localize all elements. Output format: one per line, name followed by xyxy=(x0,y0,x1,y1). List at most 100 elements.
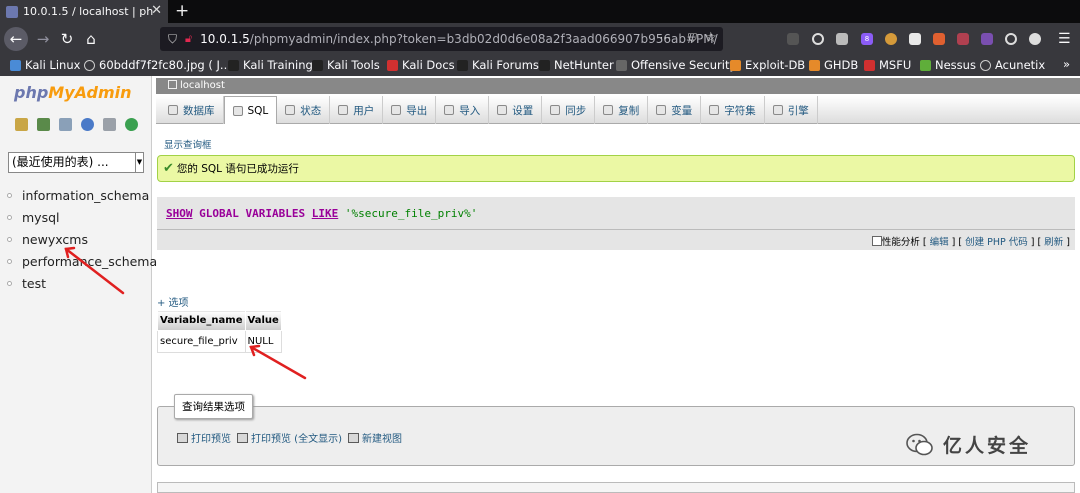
history-icon[interactable] xyxy=(812,33,824,45)
options-toggle[interactable]: + 选项 xyxy=(157,294,189,309)
database-item[interactable]: mysql xyxy=(7,206,157,228)
bookmark-query-box xyxy=(157,482,1075,493)
bookmark-ghdb[interactable]: GHDB xyxy=(809,58,858,72)
database-item[interactable]: information_schema xyxy=(7,184,157,206)
extension-icon[interactable] xyxy=(787,33,799,45)
phpmyadmin-logo[interactable]: phpMyAdmin xyxy=(14,83,132,102)
sql-keyword-like[interactable]: LIKE xyxy=(312,207,339,220)
database-item[interactable]: newyxcms xyxy=(7,228,157,250)
status-chart-icon xyxy=(285,105,296,115)
tab-charsets[interactable]: 字符集 xyxy=(701,96,765,124)
expand-icon[interactable] xyxy=(7,214,12,220)
nethunter-icon xyxy=(539,59,550,71)
sql-keyword-global: GLOBAL xyxy=(199,207,239,220)
forward-button[interactable]: → xyxy=(31,27,55,51)
help-icon[interactable] xyxy=(81,118,94,131)
home-icon[interactable] xyxy=(15,118,28,131)
tab-engines[interactable]: 引擎 xyxy=(765,96,818,124)
logout-icon[interactable] xyxy=(37,118,50,131)
column-header[interactable]: Variable_name xyxy=(157,310,246,331)
expand-icon[interactable] xyxy=(7,280,12,286)
create-php-link[interactable]: 创建 PHP 代码 xyxy=(965,237,1028,248)
sql-keyword-show[interactable]: SHOW xyxy=(166,207,193,220)
query-window-icon[interactable] xyxy=(59,118,72,131)
bookmark-offensive-security[interactable]: Offensive Security xyxy=(616,58,736,72)
sync-icon[interactable] xyxy=(1005,33,1017,45)
column-header[interactable]: Value xyxy=(244,310,282,331)
database-item[interactable]: test xyxy=(7,272,157,294)
expand-icon[interactable] xyxy=(7,192,12,198)
print-view-link[interactable]: 打印预览 xyxy=(177,430,231,445)
recent-tables-select[interactable]: (最近使用的表) ... ▼ xyxy=(8,152,144,173)
create-view-link[interactable]: 新建视图 xyxy=(347,430,402,445)
bookmark-acunetix[interactable]: Acunetix xyxy=(980,58,1045,72)
printer-icon xyxy=(237,433,248,443)
engine-icon xyxy=(772,105,783,115)
refresh-link[interactable]: 刷新 xyxy=(1044,237,1063,248)
reload-navigation-icon[interactable] xyxy=(125,118,138,131)
notification-badge-icon[interactable]: 8 xyxy=(861,33,873,45)
account-icon[interactable] xyxy=(1029,33,1041,45)
tab-databases[interactable]: 数据库 xyxy=(156,96,224,124)
tab-title: 10.0.1.5 / localhost | php xyxy=(23,5,153,18)
expand-icon[interactable] xyxy=(7,258,12,264)
breadcrumb: localhost xyxy=(156,78,1080,94)
profiling-label: 性能分析 xyxy=(881,237,920,248)
breadcrumb-server[interactable]: localhost xyxy=(180,80,225,91)
tab-import[interactable]: 导入 xyxy=(436,96,490,124)
hamburger-menu-icon[interactable]: ☰ xyxy=(1058,31,1071,47)
page-actions-icon[interactable]: ··· xyxy=(660,31,671,45)
print-view-full-link[interactable]: 打印预览 (全文显示) xyxy=(237,430,342,445)
bookmark-kali-docs[interactable]: Kali Docs xyxy=(387,58,455,72)
bookmark-image[interactable]: 60bddf7f2fc80.jpg ( J... xyxy=(84,58,231,72)
browser-tab[interactable]: 10.0.1.5 / localhost | php ✕ xyxy=(0,0,168,23)
tab-status[interactable]: 状态 xyxy=(277,96,331,124)
foxyproxy-icon[interactable] xyxy=(933,33,945,45)
address-bar[interactable]: ⛉ 🔓︎ 10.0.1.5/phpmyadmin/index.php?token… xyxy=(160,27,723,51)
pocket-icon[interactable]: ⛉ xyxy=(688,31,697,46)
bookmark-kali-tools[interactable]: Kali Tools xyxy=(312,58,380,72)
database-list: information_schema mysql newyxcms perfor… xyxy=(7,184,157,294)
bookmark-kali-training[interactable]: Kali Training xyxy=(228,58,313,72)
tab-variables[interactable]: 变量 xyxy=(648,96,702,124)
home-button[interactable]: ⌂ xyxy=(79,27,103,51)
sql-query-options: 性能分析 [ 编辑 ] [ 创建 PHP 代码 ] [ 刷新 ] xyxy=(157,230,1075,250)
bookmark-exploit-db[interactable]: Exploit-DB xyxy=(730,58,805,72)
tab-settings[interactable]: 设置 xyxy=(489,96,543,124)
documentation-icon[interactable] xyxy=(103,118,116,131)
sql-query-display: SHOW GLOBAL VARIABLES LIKE '%secure_file… xyxy=(157,197,1075,230)
bookmarks-overflow-button[interactable]: » xyxy=(1063,57,1070,71)
addon-icon[interactable] xyxy=(957,33,969,45)
new-tab-button[interactable]: + xyxy=(175,0,189,23)
reload-button[interactable]: ↻ xyxy=(55,27,79,51)
bookmark-star-icon[interactable]: ☆ xyxy=(704,30,717,46)
edit-link[interactable]: 编辑 xyxy=(930,237,949,248)
bookmark-msfu[interactable]: MSFU xyxy=(864,58,911,72)
close-tab-icon[interactable]: ✕ xyxy=(151,3,162,18)
database-item[interactable]: performance_schema xyxy=(7,250,157,272)
wappalyzer-icon[interactable] xyxy=(981,33,993,45)
bookmark-nethunter[interactable]: NetHunter xyxy=(539,58,614,72)
tab-synchronize[interactable]: 同步 xyxy=(542,96,596,124)
bookmark-kali-forums[interactable]: Kali Forums xyxy=(457,58,539,72)
tab-export[interactable]: 导出 xyxy=(383,96,437,124)
kali-dragon-icon xyxy=(312,59,323,71)
tab-replication[interactable]: 复制 xyxy=(595,96,649,124)
printer-icon xyxy=(177,433,188,443)
bookmark-nessus[interactable]: Nessus xyxy=(920,58,976,72)
insecure-lock-icon[interactable]: 🔓︎ xyxy=(185,32,192,46)
puzzle-icon[interactable] xyxy=(836,33,848,45)
cookie-icon[interactable] xyxy=(885,33,897,45)
tab-users[interactable]: 用户 xyxy=(330,96,384,124)
results-table: Variable_name Value secure_file_priv NUL… xyxy=(157,310,282,353)
tab-sql[interactable]: SQL xyxy=(223,96,278,124)
container-icon[interactable] xyxy=(909,33,921,45)
shield-icon[interactable]: ⛉ xyxy=(168,32,177,47)
watermark: 亿人安全 xyxy=(905,431,1031,458)
server-icon xyxy=(168,80,177,89)
show-query-box-link[interactable]: 显示查询框 xyxy=(164,137,212,151)
expand-icon[interactable] xyxy=(7,236,12,242)
back-button[interactable]: ← xyxy=(4,27,28,51)
bookmark-kali-linux[interactable]: Kali Linux xyxy=(10,58,80,72)
profiling-checkbox[interactable] xyxy=(871,236,882,246)
